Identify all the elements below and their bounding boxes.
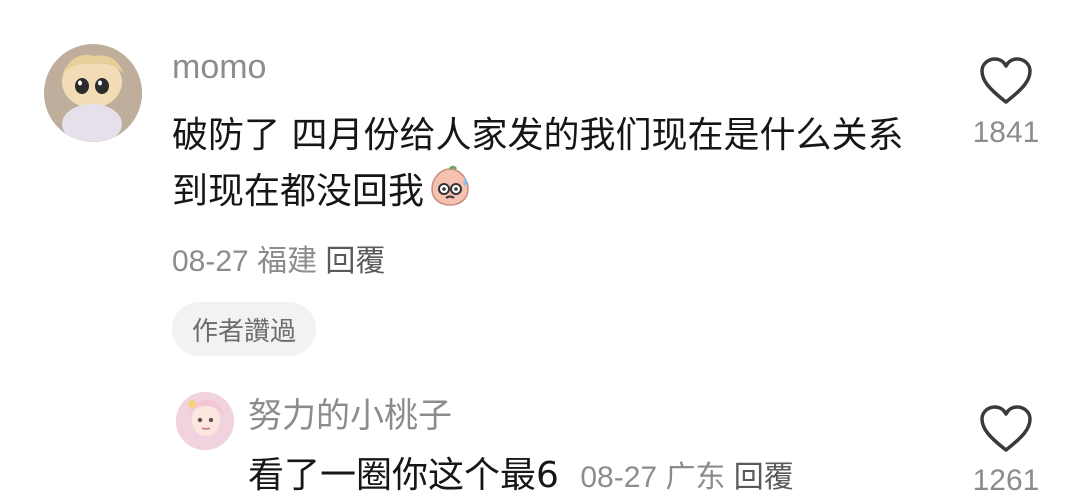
reply-text: 看了一圈你这个最6 08-27 广东 回覆 [248, 448, 928, 504]
reply-button[interactable]: 回覆 [325, 245, 385, 278]
like-button[interactable]: 1841 [960, 56, 1052, 150]
heart-icon [980, 405, 1032, 452]
reply-meta: 08-27 广东 回覆 [580, 461, 793, 494]
avatar-image [44, 44, 142, 142]
comment-text: 破防了 四月份给人家发的我们现在是什么关系到现在都没回我 [172, 108, 932, 220]
username[interactable]: 努力的小桃子 [248, 388, 452, 437]
comment-location: 福建 [257, 245, 318, 278]
like-count: 1261 [972, 464, 1040, 497]
comment-text-body: 破防了 四月份给人家发的我们现在是什么关系到现在都没回我 [172, 115, 904, 212]
reply-button[interactable]: 回覆 [734, 461, 794, 494]
reply-text-body: 看了一圈你这个最6 [248, 455, 559, 496]
heart-icon [980, 57, 1032, 104]
like-count: 1841 [972, 116, 1040, 149]
username[interactable]: momo [172, 48, 266, 87]
like-button[interactable]: 1261 [960, 404, 1052, 498]
comment-meta: 08-27 福建 回覆 [172, 236, 385, 280]
reply-date: 08-27 [580, 461, 658, 494]
sweat-face-emoji-icon [428, 165, 472, 209]
reply-location: 广东 [665, 461, 726, 494]
comment-date: 08-27 [172, 245, 249, 278]
avatar[interactable] [176, 392, 234, 450]
author-liked-badge: 作者讚過 [172, 302, 317, 356]
avatar[interactable] [44, 44, 142, 142]
avatar-image [176, 392, 234, 450]
